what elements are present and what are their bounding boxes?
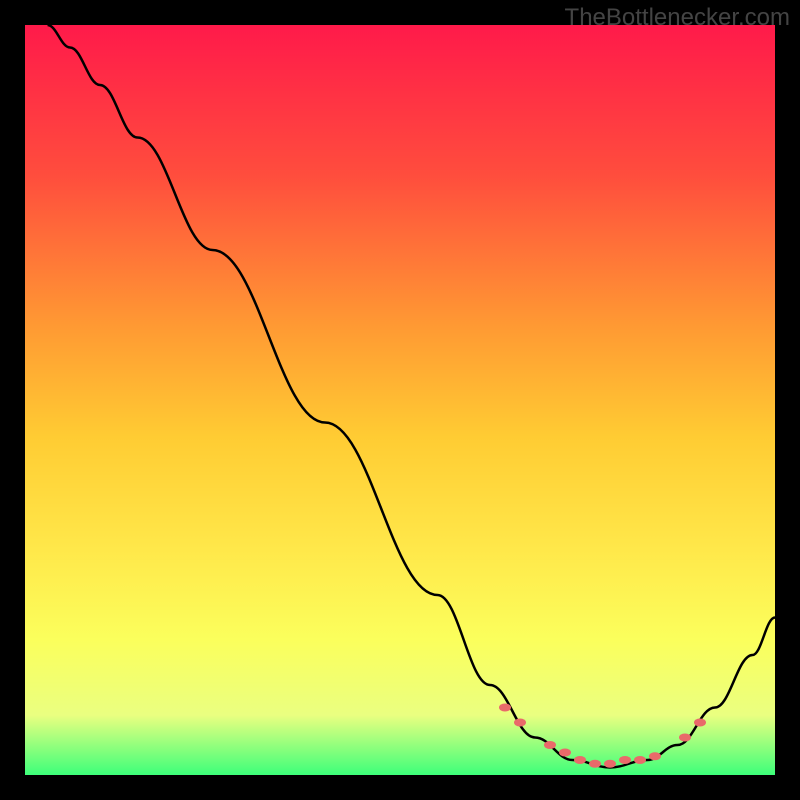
highlight-dot xyxy=(634,756,646,764)
highlight-dot xyxy=(514,719,526,727)
highlight-dot xyxy=(544,741,556,749)
chart-svg xyxy=(25,25,775,775)
highlight-dot xyxy=(649,752,661,760)
highlight-dot xyxy=(694,719,706,727)
highlight-dot xyxy=(604,760,616,768)
highlight-dot xyxy=(559,749,571,757)
highlight-dot xyxy=(589,760,601,768)
highlight-dot xyxy=(499,704,511,712)
watermark-text: TheBottlenecker.com xyxy=(565,4,790,32)
highlight-dot xyxy=(679,734,691,742)
chart-plot-area xyxy=(25,25,775,775)
highlight-dot xyxy=(574,756,586,764)
highlight-dot xyxy=(619,756,631,764)
